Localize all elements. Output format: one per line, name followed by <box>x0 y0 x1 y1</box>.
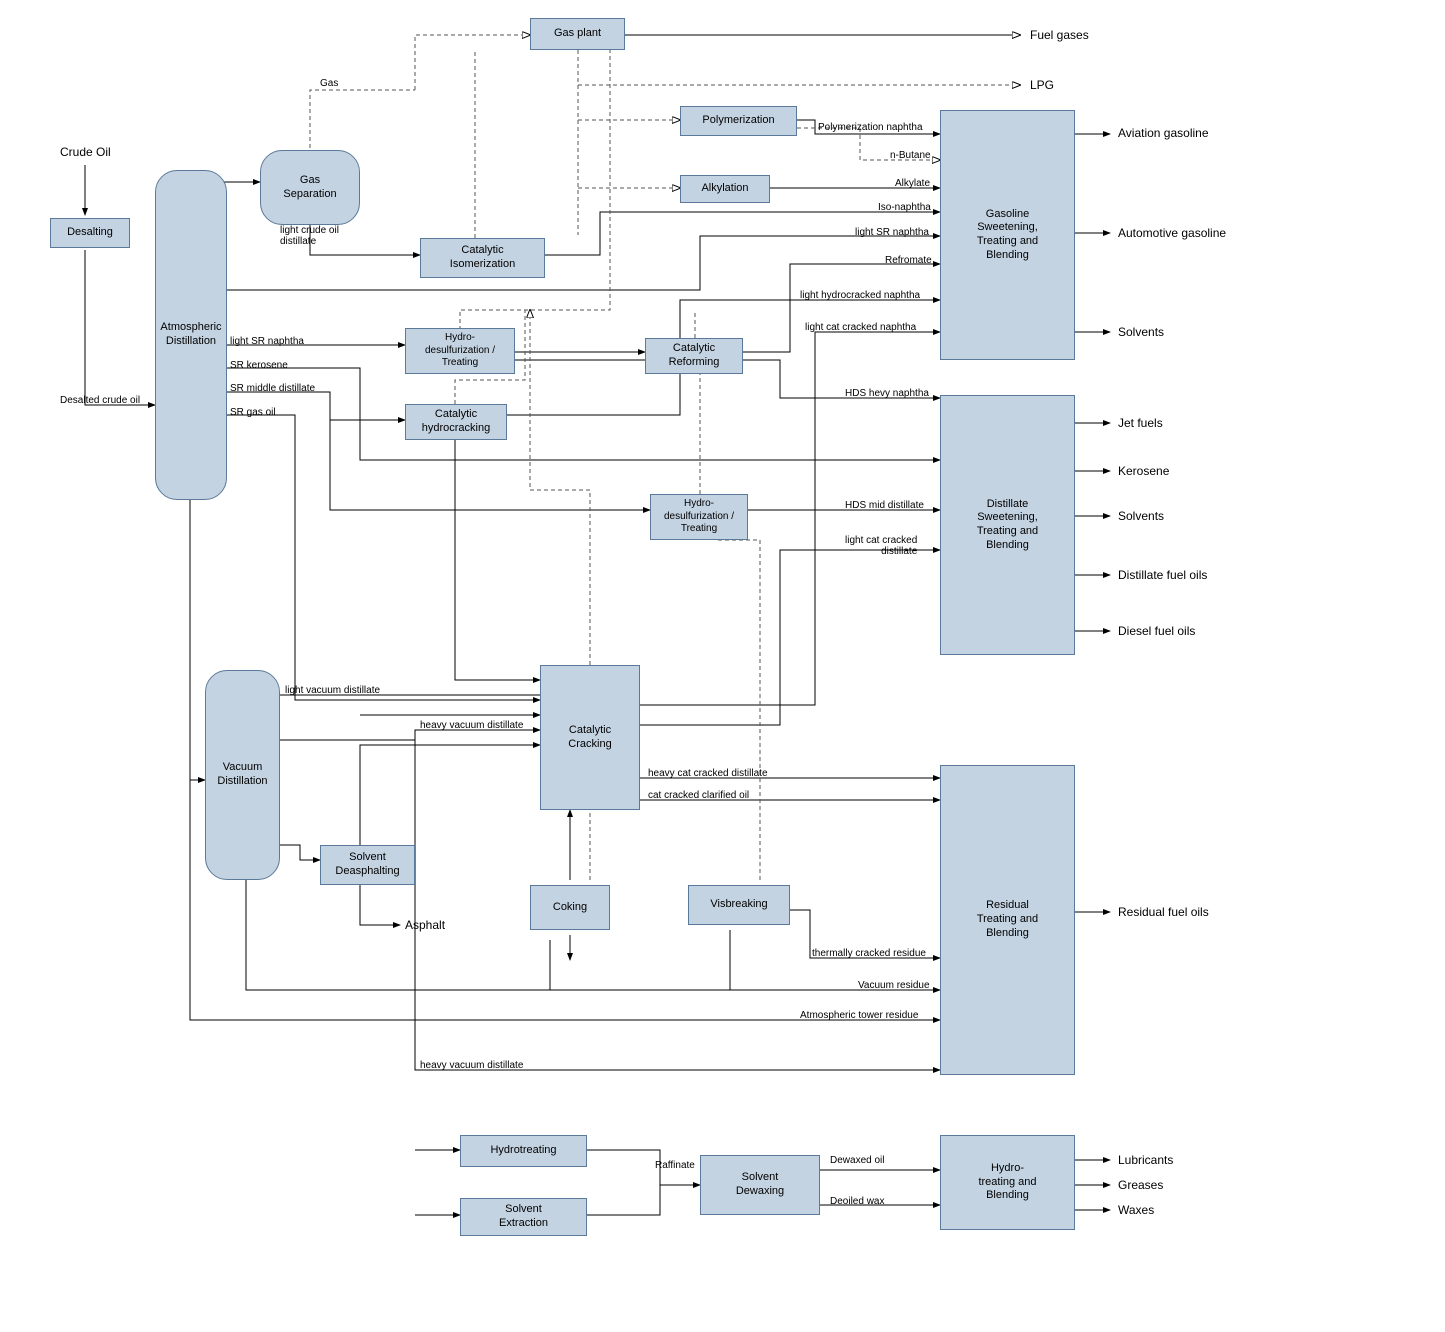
polymerization-naphtha-label: Polymerization naphtha <box>818 122 923 133</box>
alkylate-label: Alkylate <box>895 178 930 189</box>
sr-gas-oil-label: SR gas oil <box>230 407 276 418</box>
refromate-label: Refromate <box>885 255 932 266</box>
light-sr-naphtha-left-label: light SR naphtha <box>230 336 304 347</box>
alkylation-node: Alkylation <box>680 175 770 203</box>
light-cat-cracked-naphtha-label: light cat cracked naphtha <box>805 322 916 333</box>
fuel-gases-output: Fuel gases <box>1030 28 1089 42</box>
visbreaking-node: Visbreaking <box>688 885 790 925</box>
automotive-gasoline-output: Automotive gasoline <box>1118 226 1226 240</box>
cat-cracked-clarified-oil-label: cat cracked clarified oil <box>648 790 749 801</box>
desalting-node: Desalting <box>50 218 130 248</box>
vacuum-distillation-node: Vacuum Distillation <box>205 670 280 880</box>
greases-output: Greases <box>1118 1178 1163 1192</box>
dewaxed-oil-label: Dewaxed oil <box>830 1155 884 1166</box>
hydro-treating-blending-node: Hydro- treating and Blending <box>940 1135 1075 1230</box>
heavy-cat-cracked-distillate-label: heavy cat cracked distillate <box>648 768 768 779</box>
vacuum-residue-label: Vacuum residue <box>858 980 930 991</box>
distillate-blending-node: Distillate Sweetening, Treating and Blen… <box>940 395 1075 655</box>
jet-fuels-output: Jet fuels <box>1118 416 1163 430</box>
catalytic-cracking-node: Catalytic Cracking <box>540 665 640 810</box>
distillate-fuel-oils-output: Distillate fuel oils <box>1118 568 1207 582</box>
iso-naphtha-label: Iso-naphtha <box>878 202 931 213</box>
solvent-dewaxing-node: Solvent Dewaxing <box>700 1155 820 1215</box>
aviation-gasoline-output: Aviation gasoline <box>1118 126 1209 140</box>
diesel-fuel-oils-output: Diesel fuel oils <box>1118 624 1195 638</box>
atmospheric-distillation-node: Atmospheric Distillation <box>155 170 227 500</box>
polymerization-node: Polymerization <box>680 106 797 136</box>
residual-blending-node: Residual Treating and Blending <box>940 765 1075 1075</box>
light-cat-cracked-distillate-label: light cat cracked distillate <box>845 535 917 557</box>
solvents-1-output: Solvents <box>1118 325 1164 339</box>
heavy-vacuum-distillate-1-label: heavy vacuum distillate <box>420 720 523 731</box>
light-crude-oil-distillate-label: light crude oil distillate <box>280 225 339 247</box>
kerosene-output: Kerosene <box>1118 464 1169 478</box>
atmospheric-tower-residue-label: Atmospheric tower residue <box>800 1010 918 1021</box>
hds-mid-distillate-label: HDS mid distillate <box>845 500 924 511</box>
solvent-extraction-node: Solvent Extraction <box>460 1198 587 1236</box>
lubricants-output: Lubricants <box>1118 1153 1173 1167</box>
thermally-cracked-residue-label: thermally cracked residue <box>812 948 926 959</box>
gasoline-blending-node: Gasoline Sweetening, Treating and Blendi… <box>940 110 1075 360</box>
light-sr-naphtha-right-label: light SR naphtha <box>855 227 929 238</box>
crude-oil-label: Crude Oil <box>60 145 111 159</box>
sr-middle-distillate-label: SR middle distillate <box>230 383 315 394</box>
n-butane-label: n-Butane <box>890 150 931 161</box>
hds-hevy-naphtha-label: HDS hevy naphtha <box>845 388 929 399</box>
residual-fuel-oils-output: Residual fuel oils <box>1118 905 1209 919</box>
heavy-vacuum-distillate-2-label: heavy vacuum distillate <box>420 1060 523 1071</box>
hydrotreating-node: Hydrotreating <box>460 1135 587 1167</box>
catalytic-hydrocracking-node: Catalytic hydrocracking <box>405 404 507 440</box>
solvent-deasphalting-node: Solvent Deasphalting <box>320 845 415 885</box>
deoiled-wax-label: Deoiled wax <box>830 1196 884 1207</box>
raffinate-label: Raffinate <box>655 1160 695 1171</box>
solvents-2-output: Solvents <box>1118 509 1164 523</box>
light-vacuum-distillate-label: light vacuum distillate <box>285 685 380 696</box>
hydro-desulf-1-node: Hydro- desulfurization / Treating <box>405 328 515 374</box>
lpg-output: LPG <box>1030 78 1054 92</box>
catalytic-isomerization-node: Catalytic Isomerization <box>420 238 545 278</box>
sr-kerosene-label: SR kerosene <box>230 360 288 371</box>
coking-node: Coking <box>530 885 610 930</box>
gas-plant-node: Gas plant <box>530 18 625 50</box>
desalted-crude-oil-label: Desalted crude oil <box>60 395 140 406</box>
gas-separation-node: Gas Separation <box>260 150 360 225</box>
catalytic-reforming-node: Catalytic Reforming <box>645 338 743 374</box>
hydro-desulf-2-node: Hydro- desulfurization / Treating <box>650 494 748 540</box>
gas-edge-label: Gas <box>320 78 338 89</box>
light-hydrocracked-naphtha-label: light hydrocracked naphtha <box>800 290 920 301</box>
waxes-output: Waxes <box>1118 1203 1154 1217</box>
asphalt-label: Asphalt <box>405 918 445 932</box>
